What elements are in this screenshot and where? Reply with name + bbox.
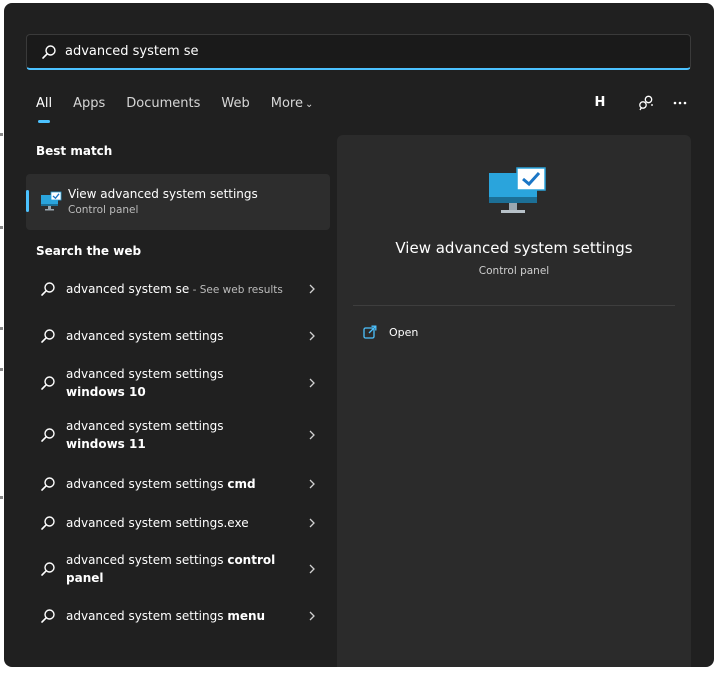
tab-apps[interactable]: Apps bbox=[73, 93, 105, 115]
chevron-right-icon bbox=[309, 430, 315, 440]
chevron-right-icon bbox=[309, 518, 315, 528]
preview-subtitle: Control panel bbox=[478, 265, 550, 277]
chevron-right-icon bbox=[309, 611, 315, 621]
web-result-query: advanced system settings bbox=[66, 329, 224, 343]
search-icon bbox=[41, 609, 55, 623]
search-icon bbox=[41, 282, 55, 296]
chevron-right-icon bbox=[309, 479, 315, 489]
tab-documents[interactable]: Documents bbox=[126, 93, 200, 115]
web-result-text: advanced system settings windows 10 bbox=[66, 365, 288, 401]
web-result-item[interactable]: advanced system se - See web results bbox=[26, 266, 330, 312]
web-result-text: advanced system settings bbox=[66, 327, 288, 345]
best-match-title: View advanced system settings bbox=[68, 187, 258, 201]
monitor-check-icon bbox=[489, 167, 546, 213]
start-search-panel: All Apps Documents Web More⌄ H Best mat bbox=[4, 3, 714, 667]
web-result-query: advanced system settings bbox=[66, 419, 224, 433]
search-box[interactable] bbox=[26, 34, 691, 70]
web-result-query: advanced system settings bbox=[66, 609, 224, 623]
avatar[interactable]: H bbox=[588, 91, 612, 115]
search-icon bbox=[41, 376, 55, 390]
share-icon[interactable] bbox=[634, 91, 658, 115]
search-icon bbox=[42, 44, 56, 59]
web-result-item[interactable]: advanced system settings.exe bbox=[26, 504, 330, 542]
tab-more[interactable]: More ⌄ bbox=[271, 93, 314, 115]
search-icon bbox=[41, 428, 55, 442]
web-result-item[interactable]: advanced system settings menu bbox=[26, 596, 330, 636]
web-result-item[interactable]: advanced system settings bbox=[26, 312, 330, 360]
preview-title: View advanced system settings bbox=[395, 239, 633, 257]
web-result-text: advanced system settings.exe bbox=[66, 514, 288, 532]
web-result-text: advanced system settings windows 11 bbox=[66, 417, 288, 453]
web-result-text: advanced system settings cmd bbox=[66, 475, 288, 493]
web-result-item[interactable]: advanced system settings control panel bbox=[26, 542, 330, 596]
more-options-icon[interactable] bbox=[668, 91, 692, 115]
web-result-text: advanced system se - See web results bbox=[66, 280, 288, 299]
open-label: Open bbox=[389, 325, 419, 339]
search-icon bbox=[41, 562, 55, 576]
monitor-check-icon bbox=[41, 191, 62, 211]
filter-tabs: All Apps Documents Web More ⌄ bbox=[36, 93, 334, 123]
search-icon bbox=[41, 329, 55, 343]
header-actions: H bbox=[588, 91, 692, 115]
preview-pane: View advanced system settings Control pa… bbox=[337, 135, 691, 667]
best-match-heading: Best match bbox=[36, 144, 113, 158]
best-match-subtitle: Control panel bbox=[68, 204, 139, 216]
chevron-down-icon: ⌄ bbox=[305, 99, 314, 110]
web-results-list: advanced system se - See web results adv… bbox=[26, 266, 330, 636]
web-result-query: advanced system settings bbox=[66, 477, 224, 491]
best-match-item[interactable]: View advanced system settings Control pa… bbox=[26, 174, 330, 230]
chevron-right-icon bbox=[309, 564, 315, 574]
tab-more-label: More bbox=[270, 96, 303, 111]
tab-web[interactable]: Web bbox=[221, 93, 249, 115]
web-result-query: advanced system settings bbox=[66, 367, 224, 381]
chevron-right-icon bbox=[309, 331, 315, 341]
search-icon bbox=[41, 477, 55, 491]
web-result-query: advanced system se bbox=[66, 281, 190, 296]
web-result-query: advanced system settings bbox=[66, 553, 224, 567]
search-input[interactable] bbox=[65, 44, 665, 59]
open-action[interactable]: Open bbox=[363, 325, 418, 339]
chevron-right-icon bbox=[309, 378, 315, 388]
web-result-bold: windows 11 bbox=[66, 437, 146, 451]
web-result-text: advanced system settings menu bbox=[66, 607, 288, 625]
web-result-suffix: - See web results bbox=[189, 283, 283, 296]
chevron-right-icon bbox=[309, 284, 315, 294]
web-result-item[interactable]: advanced system settings cmd bbox=[26, 464, 330, 504]
web-result-item[interactable]: advanced system settings windows 10 bbox=[26, 360, 330, 406]
open-external-icon bbox=[363, 325, 377, 339]
tab-all[interactable]: All bbox=[36, 93, 52, 123]
results-column: Best match View advanced system settings… bbox=[26, 138, 330, 636]
search-web-heading: Search the web bbox=[36, 244, 142, 258]
web-result-query: advanced system settings.exe bbox=[66, 516, 249, 530]
web-result-text: advanced system settings control panel bbox=[66, 551, 288, 587]
web-result-item[interactable]: advanced system settings windows 11 bbox=[26, 406, 330, 464]
web-result-bold: windows 10 bbox=[66, 385, 146, 399]
divider bbox=[353, 305, 675, 306]
web-result-bold: menu bbox=[227, 609, 266, 623]
search-icon bbox=[41, 516, 55, 530]
web-result-bold: cmd bbox=[227, 477, 256, 491]
